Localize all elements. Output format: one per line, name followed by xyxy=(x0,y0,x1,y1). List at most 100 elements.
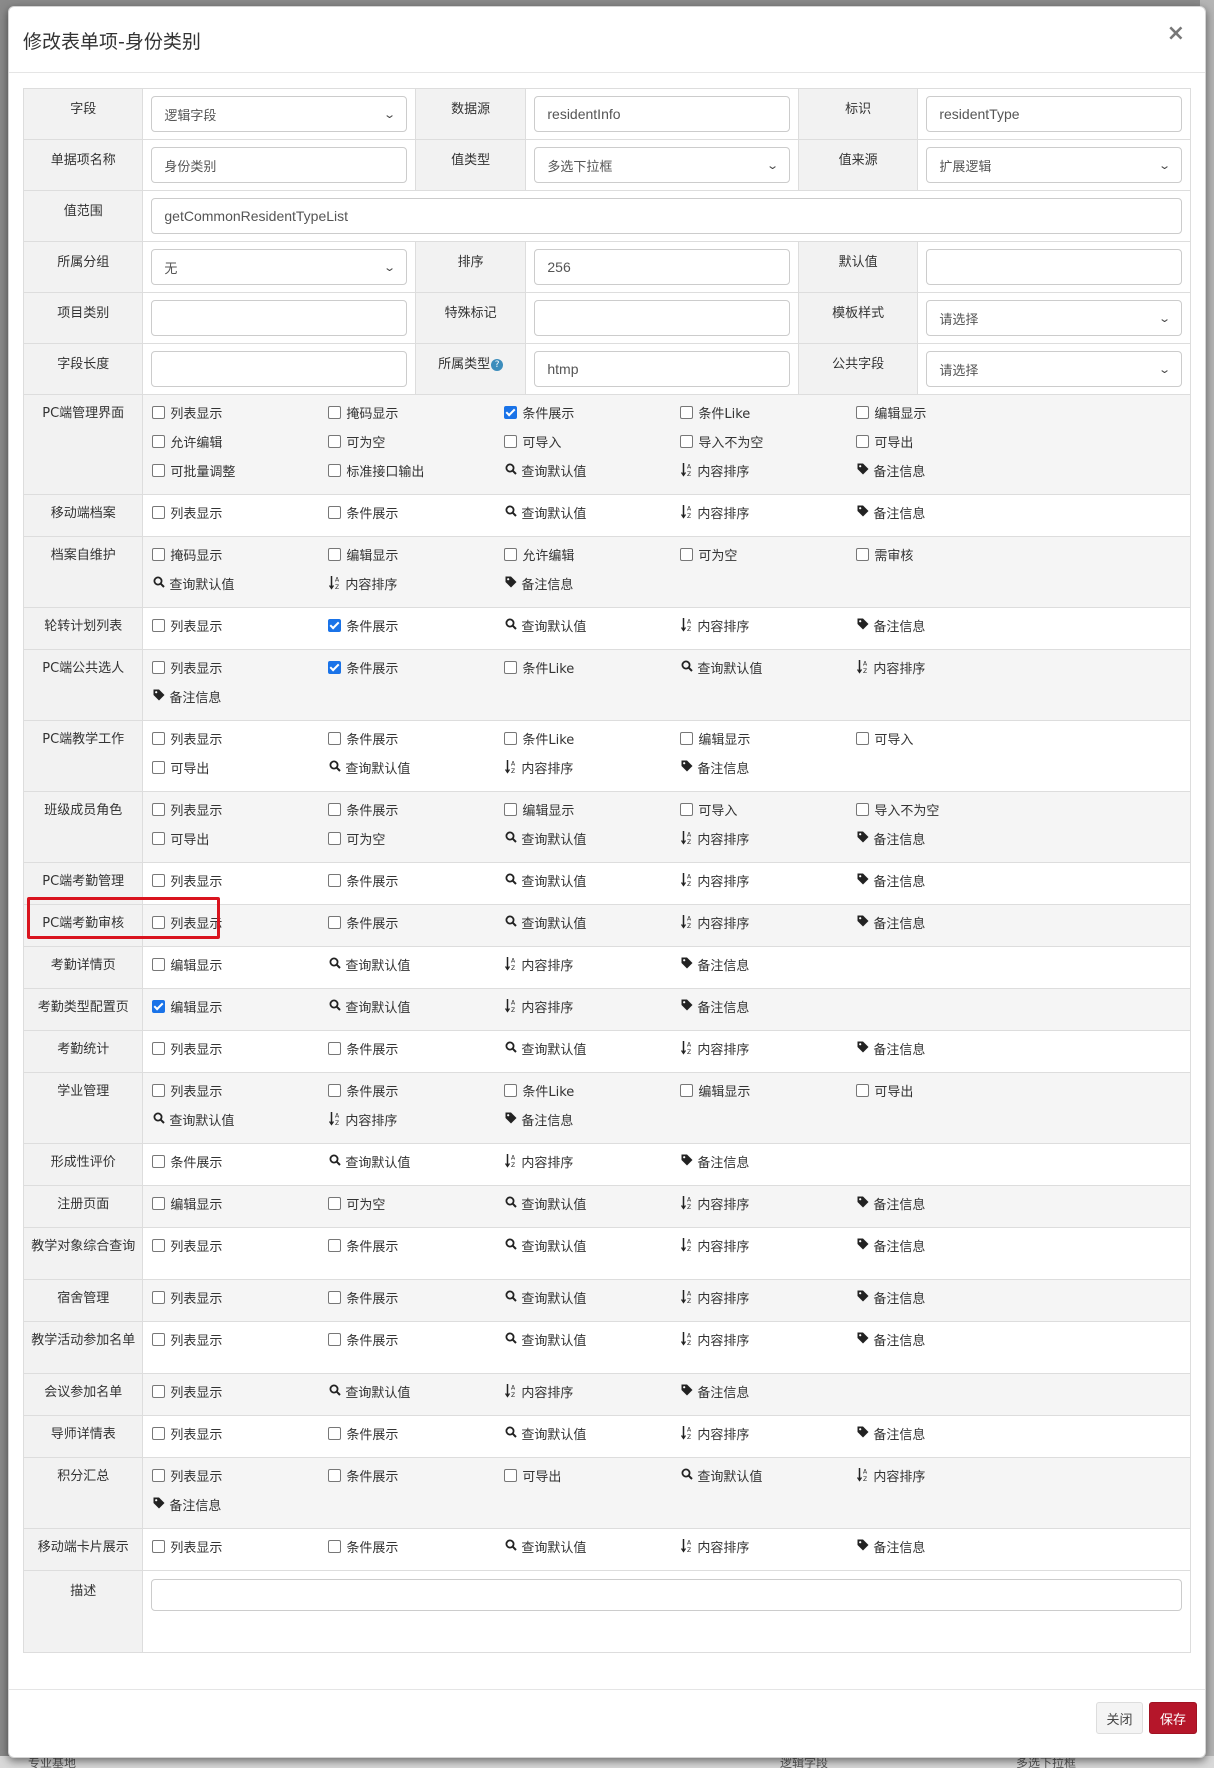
option-checkbox[interactable]: 列表显示 xyxy=(152,503,328,532)
checkbox-checked[interactable] xyxy=(328,661,342,674)
option-checkbox[interactable]: 条件Like xyxy=(504,658,680,687)
checkbox[interactable] xyxy=(328,1333,342,1346)
checkbox[interactable] xyxy=(152,1042,166,1055)
option-sort-link[interactable]: A Z 内容排序 xyxy=(504,1152,680,1181)
option-search-link[interactable]: 查询默认值 xyxy=(328,1152,504,1181)
value-type-select[interactable]: 多选下拉框 ⌄ xyxy=(534,147,790,183)
checkbox[interactable] xyxy=(680,732,694,745)
option-checkbox[interactable]: 编辑显示 xyxy=(680,729,856,758)
option-checkbox[interactable]: 掩码显示 xyxy=(328,403,504,432)
option-tag-link[interactable]: 备注信息 xyxy=(856,461,1032,490)
checkbox[interactable] xyxy=(504,661,518,674)
option-checkbox[interactable]: 列表显示 xyxy=(152,616,328,645)
checkbox[interactable] xyxy=(152,464,166,477)
option-search-link[interactable]: 查询默认值 xyxy=(504,913,680,942)
option-checkbox[interactable]: 列表显示 xyxy=(152,1081,328,1110)
option-tag-link[interactable]: 备注信息 xyxy=(152,687,328,716)
option-search-link[interactable]: 查询默认值 xyxy=(504,1039,680,1068)
checkbox[interactable] xyxy=(152,548,166,561)
option-sort-link[interactable]: A Z 内容排序 xyxy=(328,1110,504,1139)
option-tag-link[interactable]: 备注信息 xyxy=(856,871,1032,900)
option-sort-link[interactable]: A Z 内容排序 xyxy=(680,871,856,900)
checkbox[interactable] xyxy=(680,435,694,448)
option-sort-link[interactable]: A Z 内容排序 xyxy=(680,1236,856,1265)
option-checkbox[interactable]: 编辑显示 xyxy=(152,1194,328,1223)
checkbox-checked[interactable] xyxy=(328,619,342,632)
option-checkbox[interactable]: 列表显示 xyxy=(152,1382,328,1411)
option-search-link[interactable]: 查询默认值 xyxy=(504,1424,680,1453)
option-checkbox[interactable]: 编辑显示 xyxy=(856,403,1032,432)
option-sort-link[interactable]: A Z 内容排序 xyxy=(680,1039,856,1068)
option-search-link[interactable]: 查询默认值 xyxy=(680,1466,856,1495)
option-checkbox[interactable]: 允许编辑 xyxy=(152,432,328,461)
option-search-link[interactable]: 查询默认值 xyxy=(504,1194,680,1223)
option-checkbox[interactable]: 可导出 xyxy=(856,432,1032,461)
option-tag-link[interactable]: 备注信息 xyxy=(856,913,1032,942)
checkbox[interactable] xyxy=(328,1042,342,1055)
checkbox[interactable] xyxy=(152,803,166,816)
checkbox[interactable] xyxy=(328,832,342,845)
checkbox[interactable] xyxy=(680,406,694,419)
checkbox[interactable] xyxy=(504,1084,518,1097)
checkbox[interactable] xyxy=(680,1084,694,1097)
option-tag-link[interactable]: 备注信息 xyxy=(680,955,856,984)
option-search-link[interactable]: 查询默认值 xyxy=(504,616,680,645)
option-checkbox[interactable]: 可导出 xyxy=(152,758,328,787)
option-checkbox[interactable]: 列表显示 xyxy=(152,1330,328,1359)
checkbox[interactable] xyxy=(856,803,870,816)
option-checkbox[interactable]: 可导出 xyxy=(152,829,328,858)
option-sort-link[interactable]: A Z 内容排序 xyxy=(680,1537,856,1566)
option-checkbox[interactable]: 可导出 xyxy=(504,1466,680,1495)
checkbox[interactable] xyxy=(152,958,166,971)
public-field-select[interactable]: 请选择 ⌄ xyxy=(926,351,1182,387)
option-sort-link[interactable]: A Z 内容排序 xyxy=(856,1466,1032,1495)
checkbox[interactable] xyxy=(328,1291,342,1304)
option-sort-link[interactable]: A Z 内容排序 xyxy=(504,955,680,984)
option-checkbox[interactable]: 条件Like xyxy=(504,729,680,758)
option-tag-link[interactable]: 备注信息 xyxy=(856,829,1032,858)
checkbox[interactable] xyxy=(856,435,870,448)
option-sort-link[interactable]: A Z 内容排序 xyxy=(328,574,504,603)
value-source-select[interactable]: 扩展逻辑 ⌄ xyxy=(926,147,1182,183)
option-tag-link[interactable]: 备注信息 xyxy=(856,616,1032,645)
option-checkbox[interactable]: 列表显示 xyxy=(152,729,328,758)
option-checkbox[interactable]: 可导入 xyxy=(856,729,1032,758)
option-tag-link[interactable]: 备注信息 xyxy=(856,1236,1032,1265)
project-type-input[interactable] xyxy=(151,300,407,336)
option-sort-link[interactable]: A Z 内容排序 xyxy=(680,1330,856,1359)
option-sort-link[interactable]: A Z 内容排序 xyxy=(680,1194,856,1223)
option-checkbox[interactable]: 条件展示 xyxy=(328,1424,504,1453)
checkbox[interactable] xyxy=(152,435,166,448)
group-select[interactable]: 无 ⌄ xyxy=(151,249,407,285)
checkbox[interactable] xyxy=(328,1427,342,1440)
checkbox[interactable] xyxy=(152,661,166,674)
option-checkbox[interactable]: 条件展示 xyxy=(328,729,504,758)
option-search-link[interactable]: 查询默认值 xyxy=(504,461,680,490)
belong-type-input[interactable]: htmp xyxy=(534,351,790,387)
checkbox[interactable] xyxy=(680,803,694,816)
option-checkbox[interactable]: 可为空 xyxy=(680,545,856,574)
option-checkbox[interactable]: 列表显示 xyxy=(152,1039,328,1068)
option-checkbox[interactable]: 列表显示 xyxy=(152,1288,328,1317)
checkbox[interactable] xyxy=(152,1427,166,1440)
option-checkbox[interactable]: 条件展示 xyxy=(328,1330,504,1359)
option-checkbox[interactable]: 列表显示 xyxy=(152,1236,328,1265)
option-checkbox[interactable]: 条件展示 xyxy=(328,616,504,645)
option-search-link[interactable]: 查询默认值 xyxy=(504,1236,680,1265)
option-sort-link[interactable]: A Z 内容排序 xyxy=(680,1288,856,1317)
option-tag-link[interactable]: 备注信息 xyxy=(504,574,680,603)
checkbox[interactable] xyxy=(328,874,342,887)
checkbox[interactable] xyxy=(152,1084,166,1097)
default-input[interactable] xyxy=(926,249,1182,285)
option-tag-link[interactable]: 备注信息 xyxy=(856,1039,1032,1068)
option-checkbox[interactable]: 条件展示 xyxy=(328,913,504,942)
checkbox[interactable] xyxy=(152,1291,166,1304)
option-sort-link[interactable]: A Z 内容排序 xyxy=(680,503,856,532)
option-tag-link[interactable]: 备注信息 xyxy=(856,1330,1032,1359)
option-search-link[interactable]: 查询默认值 xyxy=(680,658,856,687)
option-search-link[interactable]: 查询默认值 xyxy=(328,955,504,984)
checkbox[interactable] xyxy=(504,732,518,745)
checkbox[interactable] xyxy=(328,406,342,419)
option-tag-link[interactable]: 备注信息 xyxy=(680,997,856,1026)
checkbox[interactable] xyxy=(856,1084,870,1097)
